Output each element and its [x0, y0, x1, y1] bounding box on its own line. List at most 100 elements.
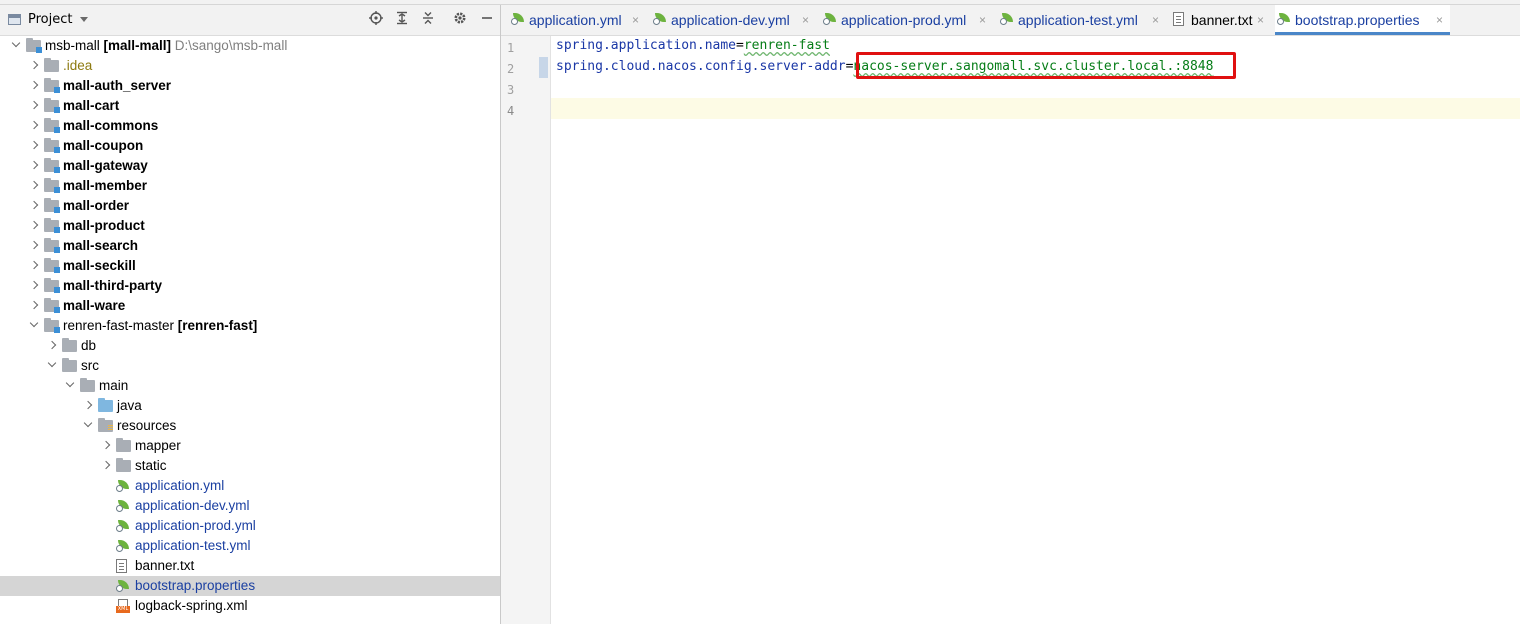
tree-row[interactable]: banner.txt	[0, 556, 500, 576]
spring-config-icon	[116, 579, 131, 593]
chevron-down-icon[interactable]	[83, 416, 93, 436]
tree-row[interactable]: mall-third-party	[0, 276, 500, 296]
tree-item-label: mall-ware	[63, 296, 125, 316]
text-file-icon	[1173, 12, 1184, 26]
chevron-right-icon[interactable]	[29, 176, 39, 196]
tree-row[interactable]: mall-cart	[0, 96, 500, 116]
expand-all-icon[interactable]	[393, 11, 411, 29]
close-icon[interactable]: ×	[632, 5, 639, 35]
tree-row[interactable]: application.yml	[0, 476, 500, 496]
chevron-right-icon[interactable]	[29, 296, 39, 316]
tree-row[interactable]: XML logback-spring.xml	[0, 596, 500, 616]
tree-item-label: resources	[117, 416, 176, 436]
tree-row[interactable]: .idea	[0, 56, 500, 76]
code-line-1[interactable]: spring.application.name=renren-fast	[556, 35, 830, 56]
tab-application-test-yml[interactable]: application-test.yml ×	[998, 5, 1166, 35]
close-icon[interactable]: ×	[1152, 5, 1159, 35]
tree-row[interactable]: main	[0, 376, 500, 396]
chevron-down-icon[interactable]	[29, 316, 39, 336]
chevron-down-icon[interactable]	[47, 356, 57, 376]
chevron-right-icon[interactable]	[29, 216, 39, 236]
chevron-right-icon[interactable]	[47, 336, 57, 356]
tree-item-name: mall-ware	[63, 298, 126, 313]
chevron-right-icon[interactable]	[101, 436, 111, 456]
tree-item-label: mall-product	[63, 216, 145, 236]
tree-row[interactable]: mall-product	[0, 216, 500, 236]
tree-item-name: mall-seckill	[63, 258, 136, 273]
tree-row[interactable]: application-test.yml	[0, 536, 500, 556]
folder-icon	[62, 358, 77, 372]
tree-row[interactable]: msb-mall [mall-mall] D:\sango\msb-mall	[0, 36, 500, 56]
module-folder-icon	[44, 98, 60, 113]
tree-item-name: mall-search	[63, 238, 139, 253]
tree-row[interactable]: application-dev.yml	[0, 496, 500, 516]
tree-row[interactable]: application-prod.yml	[0, 516, 500, 536]
resources-folder-icon	[98, 418, 113, 432]
chevron-right-icon[interactable]	[29, 96, 39, 116]
chevron-down-icon[interactable]	[65, 376, 75, 396]
chevron-right-icon[interactable]	[29, 76, 39, 96]
tree-item-name: mall-third-party	[63, 278, 163, 293]
chevron-right-icon[interactable]	[29, 56, 39, 76]
tree-item-name: logback-spring.xml	[135, 598, 248, 613]
tree-row[interactable]: mall-coupon	[0, 136, 500, 156]
chevron-right-icon[interactable]	[29, 236, 39, 256]
chevron-right-icon[interactable]	[83, 396, 93, 416]
close-icon[interactable]: ×	[1436, 5, 1443, 35]
chevron-right-icon[interactable]	[101, 456, 111, 476]
folder-icon	[62, 338, 77, 352]
chevron-right-icon[interactable]	[29, 276, 39, 296]
module-folder-icon	[44, 238, 60, 253]
property-key: spring.application.name	[556, 38, 737, 53]
tree-row[interactable]: mall-member	[0, 176, 500, 196]
tree-item-label: mall-third-party	[63, 276, 162, 296]
chevron-right-icon[interactable]	[29, 156, 39, 176]
code-line-2[interactable]: spring.cloud.nacos.config.server-addr=na…	[556, 56, 1213, 77]
property-key: spring.cloud.nacos.config.server-addr	[556, 59, 846, 74]
spring-config-icon	[116, 499, 131, 513]
chevron-right-icon[interactable]	[29, 256, 39, 276]
tree-row[interactable]: mall-search	[0, 236, 500, 256]
gear-icon[interactable]	[451, 11, 469, 29]
project-panel-title[interactable]: Project	[28, 12, 72, 27]
close-icon[interactable]: ×	[1257, 5, 1264, 35]
module-name: [mall-mall]	[99, 38, 172, 53]
tree-row[interactable]: mall-auth_server	[0, 76, 500, 96]
tree-row[interactable]: java	[0, 396, 500, 416]
chevron-right-icon[interactable]	[29, 196, 39, 216]
tab-application-prod-yml[interactable]: application-prod.yml ×	[821, 5, 993, 35]
spring-config-icon	[1000, 12, 1015, 26]
tree-item-name: application-dev.yml	[135, 498, 250, 513]
tree-row[interactable]: src	[0, 356, 500, 376]
tree-row[interactable]: mall-order	[0, 196, 500, 216]
tree-row[interactable]: mall-commons	[0, 116, 500, 136]
chevron-right-icon[interactable]	[29, 116, 39, 136]
line-number: 4	[507, 104, 515, 118]
locate-file-icon[interactable]	[367, 11, 385, 29]
collapse-all-icon[interactable]	[419, 11, 437, 29]
tree-row[interactable]: mall-seckill	[0, 256, 500, 276]
tree-row[interactable]: static	[0, 456, 500, 476]
tree-row[interactable]: renren-fast-master [renren-fast]	[0, 316, 500, 336]
tab-application-dev-yml[interactable]: application-dev.yml ×	[651, 5, 816, 35]
tree-row[interactable]: resources	[0, 416, 500, 436]
chevron-down-icon[interactable]	[11, 36, 21, 56]
close-icon[interactable]: ×	[979, 5, 986, 35]
hide-panel-icon[interactable]	[478, 11, 496, 29]
tab-label: bootstrap.properties	[1295, 12, 1420, 28]
chevron-right-icon[interactable]	[29, 136, 39, 156]
tree-row[interactable]: mall-ware	[0, 296, 500, 316]
tree-row[interactable]: mall-gateway	[0, 156, 500, 176]
tab-bootstrap-properties[interactable]: bootstrap.properties ×	[1275, 5, 1450, 35]
tree-row[interactable]: db	[0, 336, 500, 356]
tab-label: application-prod.yml	[841, 12, 967, 28]
tree-item-label: mall-auth_server	[63, 76, 171, 96]
close-icon[interactable]: ×	[802, 5, 809, 35]
tree-row[interactable]: mapper	[0, 436, 500, 456]
tree-item-label: bootstrap.properties	[135, 576, 255, 596]
tab-application-yml[interactable]: application.yml ×	[509, 5, 646, 35]
spring-config-icon	[653, 12, 668, 26]
view-dropdown-chevron-icon[interactable]	[80, 17, 88, 22]
tree-row[interactable]: bootstrap.properties	[0, 576, 500, 596]
tab-banner-txt[interactable]: banner.txt ×	[1171, 5, 1271, 35]
